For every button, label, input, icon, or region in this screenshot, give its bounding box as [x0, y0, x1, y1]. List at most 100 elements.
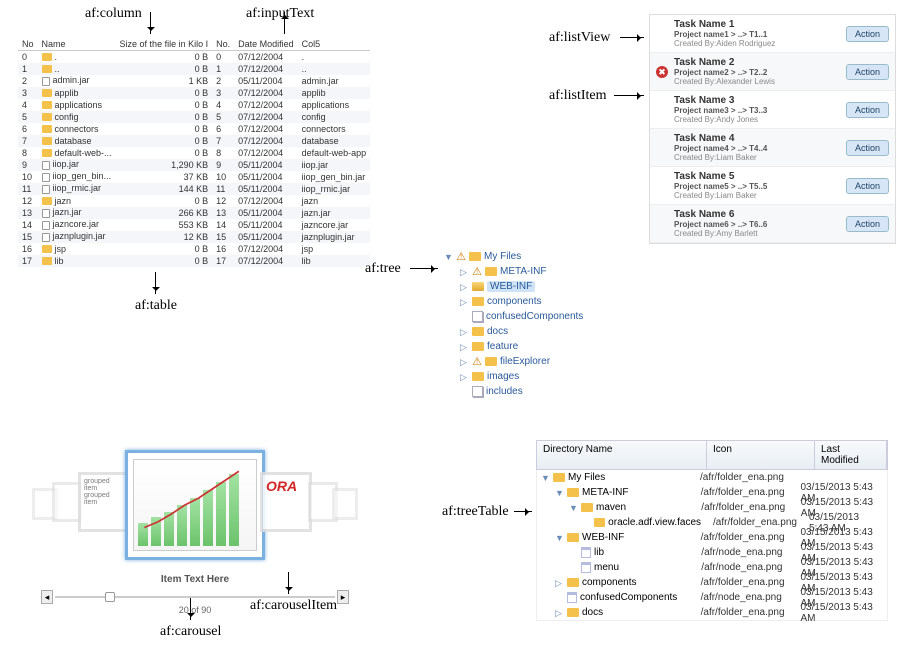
folder-icon	[42, 149, 52, 157]
expander-icon[interactable]	[555, 593, 564, 602]
col-no[interactable]: No	[18, 38, 38, 51]
tree-node[interactable]: ▷components	[444, 294, 583, 309]
treetable-modified: 03/15/2013 5:43 AM	[794, 602, 887, 624]
table-row[interactable]: 0.0 B007/12/2004.	[18, 51, 370, 63]
expander-icon[interactable]	[460, 387, 469, 396]
action-button[interactable]: Action	[846, 64, 889, 80]
folder-icon	[42, 125, 52, 133]
treetable-name: My Files	[568, 472, 605, 483]
folder-icon	[567, 608, 579, 617]
file-icon	[42, 185, 50, 194]
tt-col-name[interactable]: Directory Name	[537, 441, 707, 469]
file-icon	[42, 221, 50, 230]
expander-icon[interactable]	[460, 312, 469, 321]
table-row[interactable]: 12jazn0 B1207/12/2004jazn	[18, 195, 370, 207]
tree-node[interactable]: ▷feature	[444, 339, 583, 354]
task-path: Project name3 > ..> T3..3	[674, 106, 840, 115]
expander-icon[interactable]: ▷	[460, 297, 469, 306]
task-path: Project name2 > ..> T2..2	[674, 68, 840, 77]
tt-col-icon[interactable]: Icon	[707, 441, 815, 469]
expander-icon[interactable]: ▼	[555, 533, 564, 542]
list-item[interactable]: Task Name 3Project name3 > ..> T3..3Crea…	[650, 91, 895, 129]
expander-icon[interactable]	[569, 563, 578, 572]
action-button[interactable]: Action	[846, 216, 889, 232]
table-row[interactable]: 8default-web-...0 B807/12/2004default-we…	[18, 147, 370, 159]
action-button[interactable]: Action	[846, 102, 889, 118]
expander-icon[interactable]	[569, 548, 578, 557]
expander-icon[interactable]: ▷	[460, 282, 469, 291]
table-row[interactable]: 6connectors0 B607/12/2004connectors	[18, 123, 370, 135]
table-row[interactable]: 4applications0 B407/12/2004applications	[18, 99, 370, 111]
task-title: Task Name 5	[674, 171, 840, 182]
table-row[interactable]: 2admin.jar1 KB205/11/2004admin.jar	[18, 75, 370, 87]
list-item[interactable]: Task Name 1Project name1 > ..> T1..1Crea…	[650, 15, 895, 53]
carousel-next[interactable]: ▸	[337, 590, 349, 604]
table-row[interactable]: 1..0 B107/12/2004..	[18, 63, 370, 75]
tree-node[interactable]: ▷docs	[444, 324, 583, 339]
col-date[interactable]: Date Modified	[234, 38, 298, 51]
col-size[interactable]: Size of the file in Kilo I	[116, 38, 213, 51]
expander-icon[interactable]: ▷	[460, 327, 469, 336]
arrow-carouselitem	[288, 572, 289, 594]
list-item[interactable]: Task Name 6Project name6 > ..> T6..6Crea…	[650, 205, 895, 243]
table-row[interactable]: 7database0 B707/12/2004database	[18, 135, 370, 147]
expander-icon[interactable]	[583, 518, 591, 527]
tree-node[interactable]: ▷images	[444, 369, 583, 384]
treetable-widget: Directory Name Icon Last Modified ▼ My Fi…	[536, 440, 888, 621]
label-listview: af:listView	[549, 30, 610, 46]
table-row[interactable]: 14jazncore.jar553 KB1405/11/2004jazncore…	[18, 219, 370, 231]
action-button[interactable]: Action	[846, 178, 889, 194]
carousel-thumb[interactable]: ORA	[260, 472, 312, 532]
table-widget: No Name Size of the file in Kilo I No. D…	[18, 38, 308, 267]
expander-icon[interactable]: ▷	[460, 357, 469, 366]
carousel-current[interactable]	[125, 450, 265, 560]
table-row[interactable]: 3applib0 B307/12/2004applib	[18, 87, 370, 99]
folder-icon	[469, 252, 481, 261]
tree-node[interactable]: ▷⚠fileExplorer	[444, 354, 583, 369]
tt-col-modified[interactable]: Last Modified	[815, 441, 887, 469]
expander-icon[interactable]: ▷	[460, 267, 469, 276]
table-row[interactable]: 17lib0 B1707/12/2004lib	[18, 255, 370, 267]
table-row[interactable]: 10iiop_gen_bin...37 KB1005/11/2004iiop_g…	[18, 171, 370, 183]
col-name[interactable]: Name	[38, 38, 116, 51]
table-row[interactable]: 15jaznplugin.jar12 KB1505/11/2004jaznplu…	[18, 231, 370, 243]
task-creator: Created By:Alexander Lewis	[674, 77, 840, 86]
treetable-iconpath: /afr/folder_ena.png	[707, 517, 803, 528]
list-item[interactable]: ✖Task Name 2Project name2 > ..> T2..2Cre…	[650, 53, 895, 91]
task-creator: Created By:Andy Jones	[674, 115, 840, 124]
tree-node[interactable]: ▼⚠My Files	[444, 249, 583, 264]
folder-icon	[42, 89, 52, 97]
document-icon	[581, 547, 591, 558]
expander-icon[interactable]: ▷	[460, 342, 469, 351]
expander-icon[interactable]: ▷	[460, 372, 469, 381]
file-icon	[42, 77, 50, 86]
tree-node[interactable]: includes	[444, 384, 583, 399]
action-button[interactable]: Action	[846, 140, 889, 156]
table-row[interactable]: 13jazn.jar266 KB1305/11/2004jazn.jar	[18, 207, 370, 219]
expander-icon[interactable]: ▼	[569, 503, 578, 512]
treetable-name: lib	[594, 547, 604, 558]
expander-icon[interactable]: ▼	[444, 252, 453, 261]
expander-icon[interactable]: ▷	[555, 578, 564, 587]
list-item[interactable]: Task Name 4Project name4 > ..> T4..4Crea…	[650, 129, 895, 167]
tree-node[interactable]: confusedComponents	[444, 309, 583, 324]
table-row[interactable]: 11iiop_rmic.jar144 KB1105/11/2004iiop_rm…	[18, 183, 370, 195]
expander-icon[interactable]: ▷	[555, 608, 564, 617]
expander-icon[interactable]: ▼	[541, 473, 550, 482]
treetable-iconpath: /afr/folder_ena.png	[695, 532, 795, 543]
list-item[interactable]: Task Name 5Project name5 > ..> T5..5Crea…	[650, 167, 895, 205]
tree-node[interactable]: ▷⚠META-INF	[444, 264, 583, 279]
carousel-thumb[interactable]: grouped itemgrouped item	[78, 472, 130, 532]
col-no2[interactable]: No.	[212, 38, 234, 51]
expander-icon[interactable]: ▼	[555, 488, 564, 497]
col-col5[interactable]: Col5	[298, 38, 371, 51]
treetable-row[interactable]: ▷docs/afr/folder_ena.png03/15/2013 5:43 …	[537, 605, 887, 620]
folder-icon	[42, 101, 52, 109]
table-row[interactable]: 16jsp0 B1607/12/2004jsp	[18, 243, 370, 255]
carousel-prev[interactable]: ◂	[41, 590, 53, 604]
table-row[interactable]: 9iiop.jar1,290 KB905/11/2004iiop.jar	[18, 159, 370, 171]
carousel-thumb[interactable]	[332, 488, 358, 520]
table-row[interactable]: 5config0 B507/12/2004config	[18, 111, 370, 123]
action-button[interactable]: Action	[846, 26, 889, 42]
tree-node[interactable]: ▷WEB-INF	[444, 279, 583, 294]
